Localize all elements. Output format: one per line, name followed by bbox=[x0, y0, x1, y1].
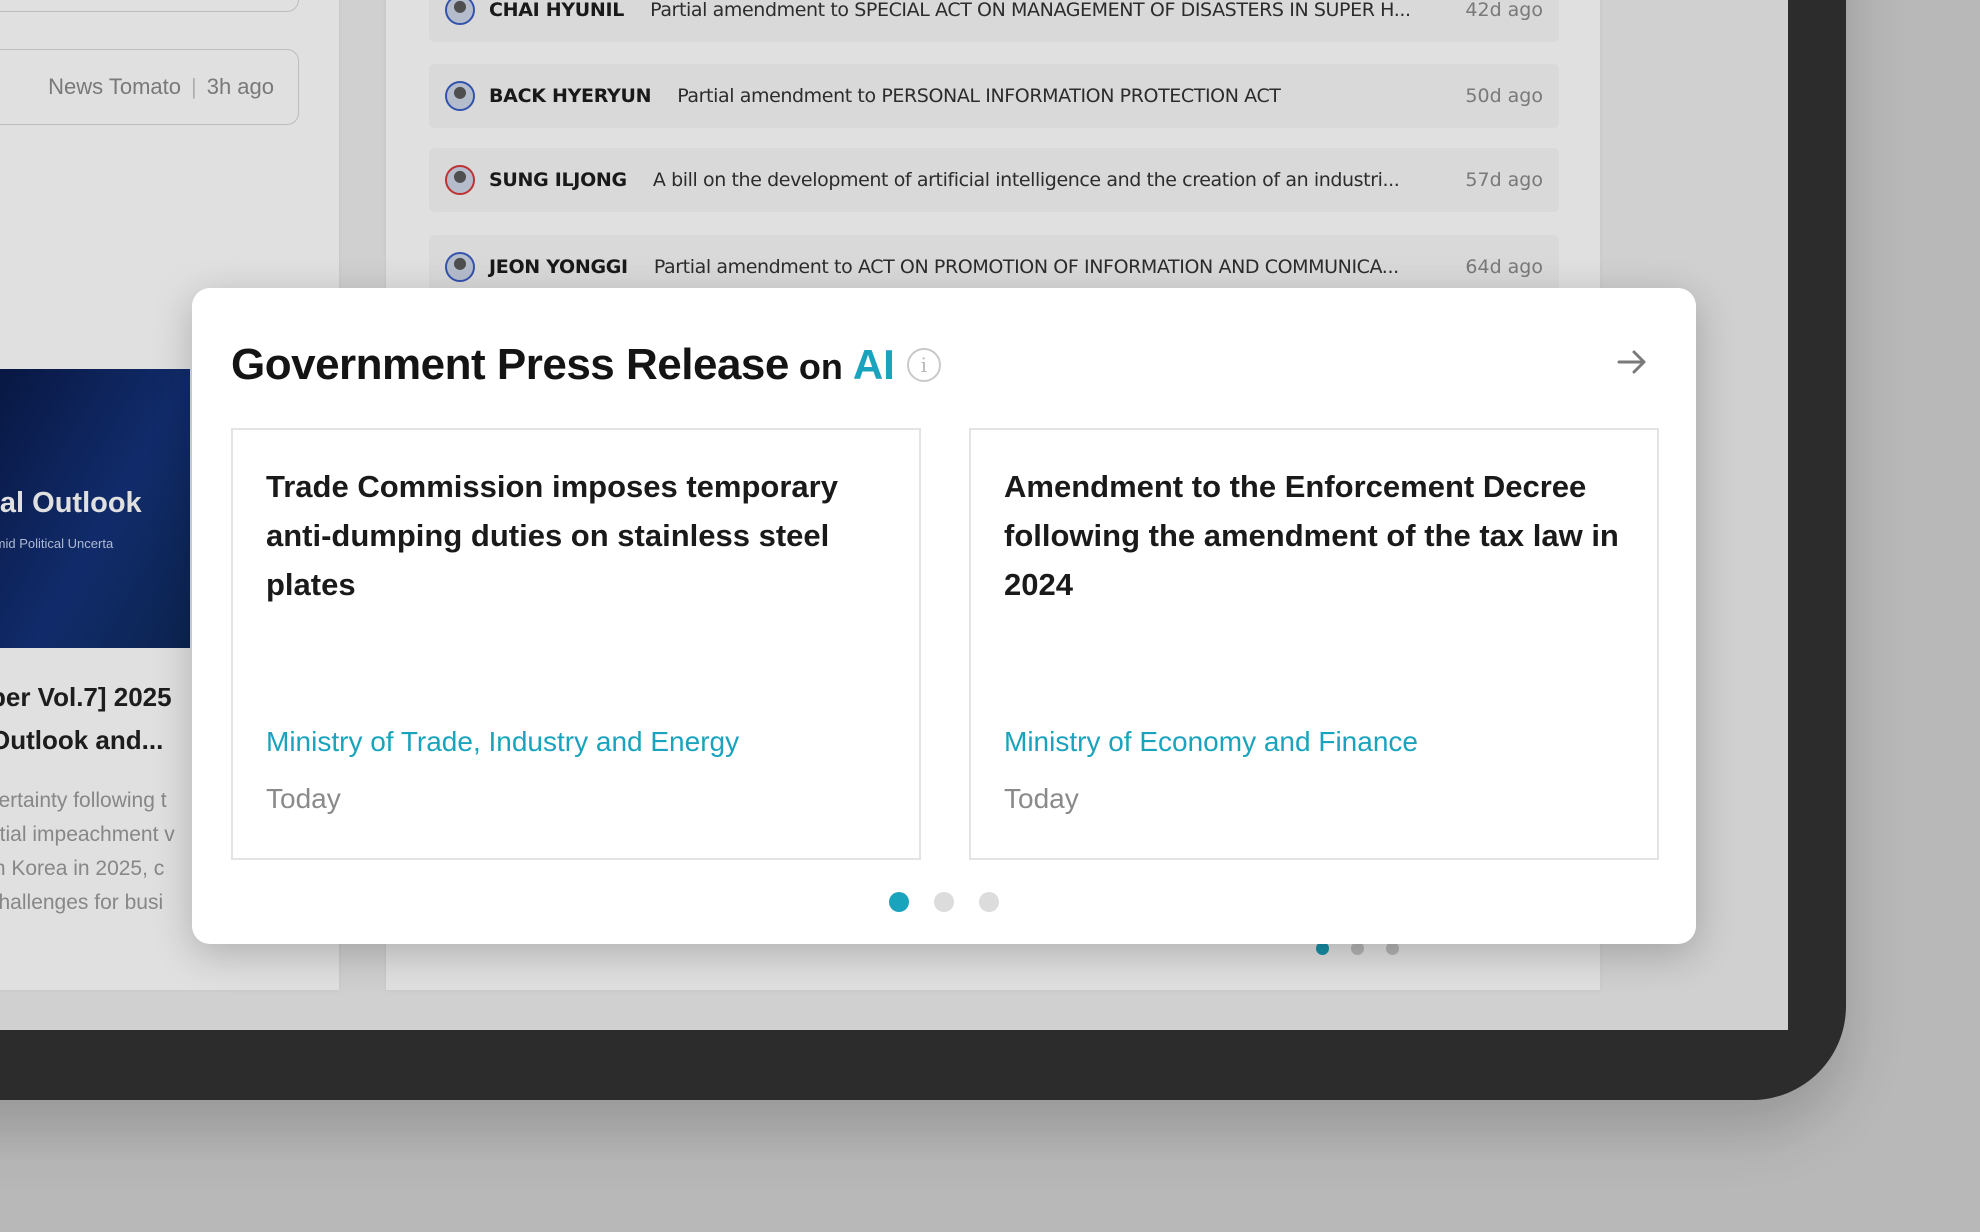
press-release-date: Today bbox=[1004, 783, 1079, 814]
press-release-ministry: Ministry of Economy and Finance bbox=[1004, 726, 1418, 757]
carousel-dot-3[interactable] bbox=[979, 892, 999, 912]
scene: News Tomato | 3h ago itical Outlook itie… bbox=[0, 0, 1980, 1232]
press-release-card[interactable]: Amendment to the Enforcement Decree foll… bbox=[969, 428, 1659, 860]
arrow-right-icon bbox=[1617, 350, 1646, 374]
carousel-dot-1[interactable] bbox=[889, 892, 909, 912]
popup-header: Government Press Release on AI i bbox=[231, 340, 941, 390]
carousel-pagination bbox=[889, 892, 999, 912]
popup-title: Government Press Release bbox=[231, 340, 789, 389]
press-release-ministry: Ministry of Trade, Industry and Energy bbox=[266, 726, 740, 757]
press-release-popup: Government Press Release on AI i Trade C… bbox=[192, 288, 1696, 944]
press-release-date: Today bbox=[266, 783, 341, 814]
press-release-card[interactable]: Trade Commission imposes temporary anti-… bbox=[231, 428, 921, 860]
view-all-button[interactable] bbox=[1610, 340, 1654, 384]
popup-connector: on bbox=[798, 346, 843, 387]
press-release-title: Trade Commission imposes temporary anti-… bbox=[266, 469, 838, 602]
info-icon[interactable]: i bbox=[906, 348, 941, 382]
carousel-dot-2[interactable] bbox=[934, 892, 954, 912]
popup-topic[interactable]: AI bbox=[853, 341, 895, 389]
press-release-title: Amendment to the Enforcement Decree foll… bbox=[1004, 469, 1619, 602]
